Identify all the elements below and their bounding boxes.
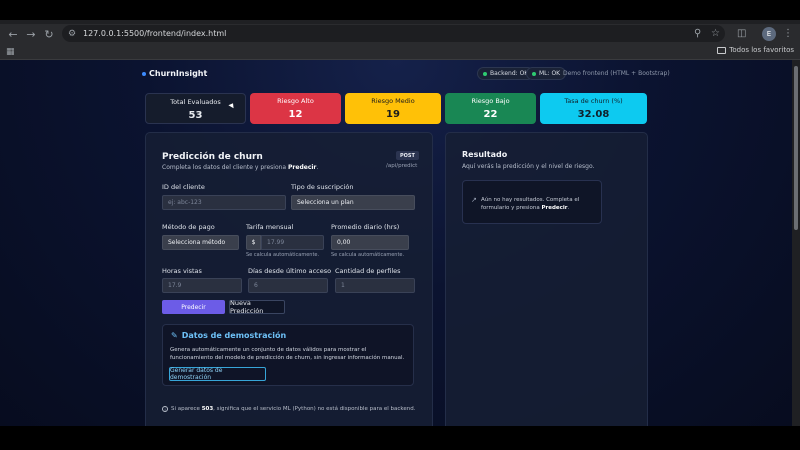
subscription-label: Tipo de suscripción bbox=[291, 183, 354, 191]
currency-prefix: $ bbox=[246, 235, 261, 250]
method-badge: POST bbox=[396, 151, 419, 160]
demo-title: ✎ Datos de demostración bbox=[171, 331, 286, 340]
bookmarks-bar: ▦ Todos los favoritos bbox=[0, 44, 800, 60]
profile-button[interactable]: E bbox=[762, 25, 776, 42]
daily-avg-input[interactable]: 0,00 bbox=[331, 235, 409, 250]
avatar: E bbox=[762, 26, 776, 41]
result-panel bbox=[445, 132, 648, 426]
stat-card-total: Total Evaluados 53 bbox=[145, 93, 246, 124]
stat-value: 12 bbox=[288, 109, 303, 120]
subscription-select[interactable]: Selecciona un plan bbox=[291, 195, 415, 210]
stat-card-high-risk: Riesgo Alto 12 bbox=[250, 93, 341, 124]
menu-kebab-icon[interactable]: ⋮ bbox=[783, 25, 793, 42]
apps-grid-icon[interactable]: ▦ bbox=[6, 47, 15, 57]
brand-logo[interactable]: ChurnInsight bbox=[142, 69, 207, 78]
stat-card-low-risk: Riesgo Bajo 22 bbox=[445, 93, 536, 124]
stat-label: Riesgo Alto bbox=[277, 97, 314, 105]
info-icon: i bbox=[162, 406, 168, 412]
client-id-label: ID del cliente bbox=[162, 183, 205, 191]
backend-status-text: Backend: OK bbox=[490, 70, 529, 77]
reload-icon[interactable]: ↻ bbox=[40, 25, 58, 43]
window-bottom-strip bbox=[0, 426, 800, 450]
result-empty-state: ↗ Aún no hay resultados. Completa el for… bbox=[462, 180, 602, 224]
stat-value: 19 bbox=[386, 109, 400, 120]
payment-label: Método de pago bbox=[162, 223, 215, 231]
status-dot-icon bbox=[532, 71, 536, 76]
days-label: Días desde último acceso bbox=[248, 267, 332, 275]
zoom-icon[interactable]: ⚲ bbox=[694, 25, 701, 42]
scrollbar-thumb[interactable] bbox=[794, 66, 798, 230]
generate-demo-button[interactable]: Generar datos de demostración bbox=[169, 367, 266, 381]
demo-note: Demo frontend (HTML + Bootstrap) bbox=[563, 70, 670, 77]
profiles-input[interactable]: 1 bbox=[335, 278, 415, 293]
stat-value: 32.08 bbox=[577, 109, 610, 120]
stat-label: Riesgo Bajo bbox=[471, 97, 510, 105]
result-empty-text: Aún no hay resultados. Completa el formu… bbox=[481, 197, 580, 211]
stat-card-churn-rate: Tasa de churn (%) 32.08 bbox=[540, 93, 647, 124]
all-bookmarks-label: Todos los favoritos bbox=[729, 46, 794, 54]
hours-input[interactable]: 17.9 bbox=[162, 278, 242, 293]
footnote-text: Si aparece 503, significa que el servici… bbox=[171, 406, 416, 412]
brand-dot-icon bbox=[142, 71, 146, 76]
site-info-icon[interactable]: ⚙ bbox=[68, 29, 80, 39]
stat-label: Riesgo Medio bbox=[371, 97, 415, 105]
back-icon[interactable]: ← bbox=[4, 25, 22, 43]
page-viewport: ChurnInsight Backend: OK ML: OK Demo fro… bbox=[0, 60, 792, 426]
hours-label: Horas vistas bbox=[162, 267, 202, 275]
extensions-icon[interactable]: ◫ bbox=[737, 25, 746, 42]
monthly-fee-input[interactable]: 17.99 bbox=[261, 235, 324, 250]
stat-card-medium-risk: Riesgo Medio 19 bbox=[345, 93, 441, 124]
monthly-fee-hint: Se calcula automáticamente. bbox=[246, 252, 320, 258]
forward-icon[interactable]: → bbox=[22, 25, 40, 43]
brand-name: ChurnInsight bbox=[149, 69, 208, 78]
stat-value: 53 bbox=[188, 110, 203, 121]
new-prediction-button[interactable]: Nueva Predicción bbox=[229, 299, 285, 315]
bookmark-star-icon[interactable]: ☆ bbox=[711, 25, 720, 42]
demo-title-text: Datos de demostración bbox=[181, 331, 287, 340]
client-id-input[interactable]: ej: abc-123 bbox=[162, 195, 286, 210]
monthly-fee-label: Tarifa mensual bbox=[246, 223, 294, 231]
demo-data-card: ✎ Datos de demostración Genera automátic… bbox=[162, 324, 414, 386]
form-title: Predicción de churn bbox=[162, 152, 263, 162]
address-bar[interactable]: ⚙ 127.0.0.1:5500/frontend/index.html bbox=[62, 25, 725, 42]
window-top-strip bbox=[0, 0, 800, 20]
ml-status-badge: ML: OK bbox=[526, 67, 567, 80]
endpoint-path: /api/predict bbox=[386, 163, 418, 169]
ml-status-text: ML: OK bbox=[539, 70, 561, 77]
status-dot-icon bbox=[483, 71, 487, 76]
folder-icon bbox=[717, 46, 727, 54]
url-text: 127.0.0.1:5500/frontend/index.html bbox=[83, 29, 227, 38]
stat-label: Tasa de churn (%) bbox=[564, 97, 623, 105]
payment-select[interactable]: Selecciona método bbox=[162, 235, 239, 250]
demo-description: Genera automáticamente un conjunto de da… bbox=[170, 347, 405, 361]
service-footnote: i Si aparece 503, significa que el servi… bbox=[162, 406, 415, 412]
daily-avg-hint: Se calcula automáticamente. bbox=[331, 252, 405, 258]
all-bookmarks-link[interactable]: Todos los favoritos bbox=[717, 46, 794, 54]
pencil-icon: ✎ bbox=[171, 331, 178, 340]
form-subtitle: Completa los datos del cliente y presion… bbox=[162, 164, 319, 171]
profiles-label: Cantidad de perfiles bbox=[335, 267, 401, 275]
predict-button[interactable]: Predecir bbox=[162, 300, 225, 314]
daily-avg-label: Promedio diario (hrs) bbox=[331, 223, 400, 231]
result-subtitle: Aquí verás la predicción y el nivel de r… bbox=[462, 163, 595, 170]
stat-value: 22 bbox=[483, 109, 498, 120]
result-title: Resultado bbox=[462, 150, 508, 159]
days-input[interactable]: 6 bbox=[248, 278, 328, 293]
chart-line-icon: ↗ bbox=[471, 196, 477, 204]
